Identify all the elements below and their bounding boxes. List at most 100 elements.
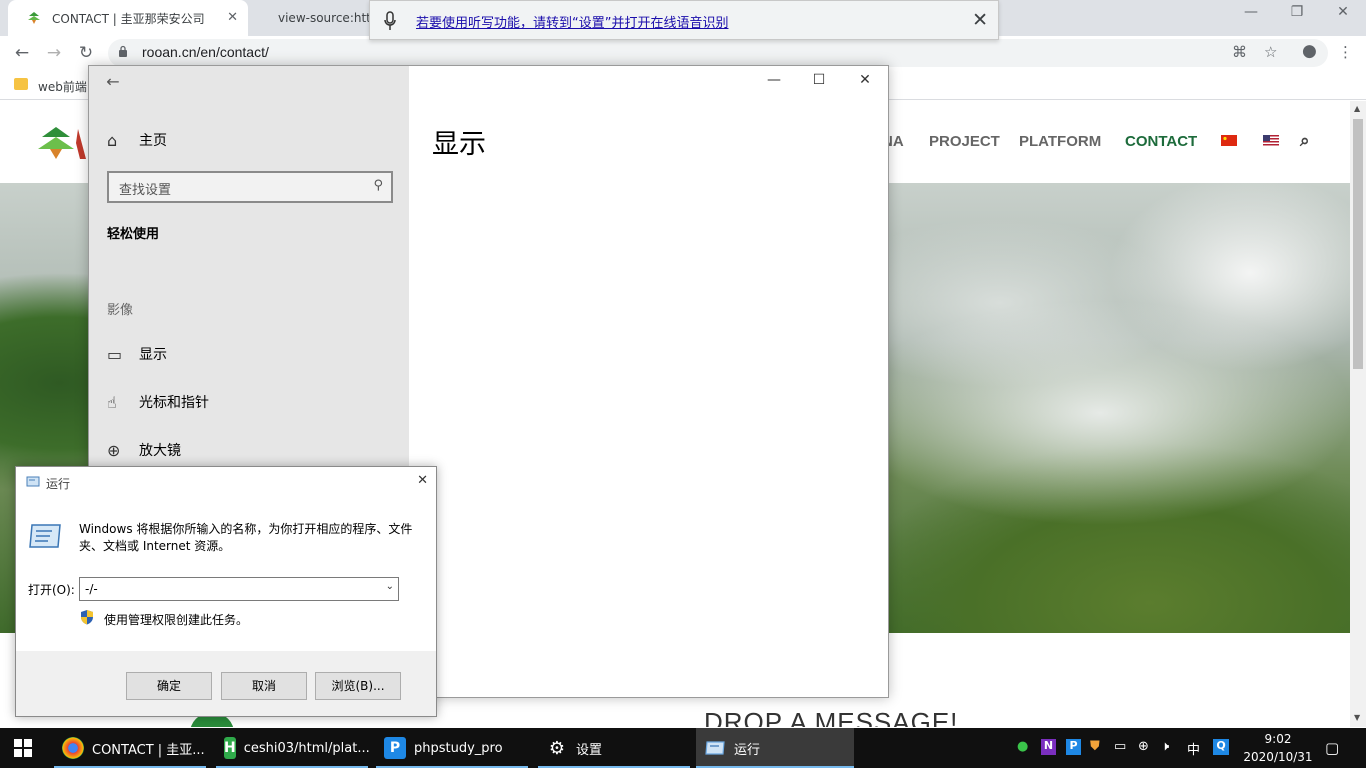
volume-muted-icon[interactable]: 🕨: [1161, 739, 1169, 754]
windows-start-icon[interactable]: [14, 739, 32, 757]
sidebar-item-label: 主页: [139, 133, 167, 149]
nav-contact[interactable]: CONTACT: [1125, 133, 1197, 150]
page-scrollbar[interactable]: ▲ ▼: [1350, 101, 1366, 727]
close-window-icon[interactable]: ✕: [1320, 4, 1366, 20]
maximize-icon[interactable]: ☐: [796, 72, 842, 88]
rooan-favicon-icon: [28, 12, 40, 24]
search-icon[interactable]: ⚲: [373, 178, 383, 193]
back-arrow-icon[interactable]: ←: [89, 66, 137, 98]
forward-arrow-icon[interactable]: →: [42, 41, 66, 65]
notification-icon[interactable]: ▢: [1325, 739, 1339, 757]
sidebar-item-cursor[interactable]: ☝ 光标和指针: [107, 390, 209, 414]
run-program-icon: [29, 524, 61, 548]
chevron-down-icon[interactable]: ⌄: [386, 581, 394, 592]
open-label: 打开(O):: [28, 583, 75, 597]
bookmark-star-icon[interactable]: ☆: [1264, 43, 1277, 61]
close-infobar-icon[interactable]: ✕: [972, 9, 988, 31]
lock-icon: [119, 45, 127, 57]
ok-button[interactable]: 确定: [126, 672, 212, 700]
sidebar-item-home[interactable]: ⌂ 主页: [107, 128, 167, 152]
taskbar-app-label: phpstudy_pro: [414, 740, 503, 756]
menu-dots-icon[interactable]: ⋮: [1338, 43, 1353, 61]
run-icon: [26, 476, 40, 487]
speech-infobar: 若要使用听写功能，请转到“设置”并打开在线语音识别 ✕: [369, 0, 999, 40]
onenote-icon[interactable]: N: [1041, 739, 1056, 755]
run-title: 运行: [46, 477, 71, 491]
run-dialog: 运行 ✕ Windows 将根据你所输入的名称，为你打开相应的程序、文件夹、文档…: [15, 466, 437, 717]
sidebar-item-label: 光标和指针: [139, 395, 209, 411]
profile-icon[interactable]: ●: [1302, 41, 1317, 61]
open-combobox[interactable]: -/- ⌄: [79, 577, 399, 601]
site-logo-icon[interactable]: [38, 123, 88, 165]
sidebar-item-magnifier[interactable]: ⊕ 放大镜: [107, 438, 181, 462]
windows-taskbar: CONTACT | 圭亚... H ceshi03/html/plat... P…: [0, 728, 1366, 768]
site-search-icon[interactable]: ⌕: [1300, 131, 1310, 151]
clock-date: 2020/10/31: [1243, 750, 1313, 764]
url-text: rooan.cn/en/contact/: [142, 44, 269, 60]
reload-icon[interactable]: ↻: [74, 41, 98, 65]
bookmark-web[interactable]: web前端: [38, 78, 87, 95]
nav-platform[interactable]: PLATFORM: [1019, 133, 1101, 150]
magnifier-icon: ⊕: [107, 440, 121, 460]
phpstudy-icon: P: [384, 737, 406, 759]
run-description: Windows 将根据你所输入的名称，为你打开相应的程序、文件夹、文档或 Int…: [79, 522, 413, 553]
microphone-icon: [384, 11, 396, 30]
ime-indicator[interactable]: 中: [1187, 739, 1200, 758]
taskbar-app-chrome[interactable]: CONTACT | 圭亚...: [54, 728, 206, 768]
speech-settings-link[interactable]: 若要使用听写功能，请转到“设置”并打开在线语音识别: [416, 12, 728, 31]
taskbar-app-run[interactable]: 运行: [696, 728, 854, 768]
clock-time: 9:02: [1264, 732, 1292, 746]
translate-icon[interactable]: ⌘: [1232, 43, 1247, 61]
page-title: 显示: [432, 129, 486, 160]
section-heading: 影像: [107, 303, 134, 318]
minimize-icon[interactable]: —: [751, 72, 797, 88]
tab-view-source[interactable]: view-source:htt: [250, 0, 370, 36]
network-globe-icon[interactable]: ⊕: [1138, 739, 1149, 754]
run-titlebar[interactable]: 运行 ✕: [16, 467, 436, 497]
search-placeholder: 查找设置: [119, 183, 172, 198]
battery-icon[interactable]: ▭: [1114, 739, 1126, 754]
restore-icon[interactable]: ❐: [1274, 4, 1320, 20]
taskbar-app-label: CONTACT | 圭亚...: [92, 742, 205, 758]
nav-project[interactable]: PROJECT: [929, 133, 1000, 150]
tab-title: CONTACT | 圭亚那荣安公司: [52, 11, 205, 26]
close-tab-icon[interactable]: ✕: [227, 10, 238, 25]
scroll-up-icon[interactable]: ▲: [1354, 104, 1360, 113]
home-icon: ⌂: [107, 130, 118, 150]
tab-contact[interactable]: CONTACT | 圭亚那荣安公司 ✕: [8, 0, 248, 36]
admin-note: 使用管理权限创建此任务。: [104, 613, 249, 627]
chrome-icon: [62, 737, 84, 759]
close-window-icon[interactable]: ✕: [842, 72, 888, 88]
close-dialog-icon[interactable]: ✕: [417, 473, 428, 488]
tab-title: view-source:htt: [278, 11, 370, 25]
wechat-icon[interactable]: ●: [1017, 739, 1028, 754]
system-clock[interactable]: 9:02 2020/10/31: [1238, 730, 1318, 766]
open-value: -/-: [85, 582, 98, 596]
qq-input-icon[interactable]: Q: [1213, 739, 1229, 755]
cursor-icon: ☝: [107, 392, 117, 412]
taskbar-app-hbuilder[interactable]: H ceshi03/html/plat...: [216, 728, 370, 768]
taskbar-app-settings[interactable]: ⚙ 设置: [538, 728, 690, 768]
gear-icon: ⚙: [548, 737, 566, 759]
taskbar-app-label: ceshi03/html/plat...: [243, 740, 370, 756]
sidebar-item-label: 显示: [139, 347, 167, 363]
taskbar-app-label: 运行: [734, 742, 761, 758]
settings-search-input[interactable]: 查找设置 ⚲: [107, 171, 393, 203]
drop-message-heading: DROP A MESSAGE!: [704, 707, 959, 727]
uac-shield-icon: [81, 610, 93, 625]
security-shield-icon[interactable]: ⛊: [1090, 739, 1100, 754]
minimize-icon[interactable]: —: [1228, 4, 1274, 20]
phpstudy-tray-icon[interactable]: P: [1066, 739, 1081, 755]
china-flag-icon[interactable]: [1221, 135, 1237, 146]
scroll-thumb[interactable]: [1353, 119, 1363, 369]
back-arrow-icon[interactable]: ←: [10, 41, 34, 65]
browse-button[interactable]: 浏览(B)...: [315, 672, 401, 700]
sidebar-item-display[interactable]: ▭ 显示: [107, 342, 167, 366]
taskbar-app-phpstudy[interactable]: P phpstudy_pro: [376, 728, 528, 768]
scroll-down-icon[interactable]: ▼: [1354, 713, 1360, 722]
folder-icon: [14, 78, 28, 90]
cancel-button[interactable]: 取消: [221, 672, 307, 700]
taskbar-app-label: 设置: [576, 742, 603, 758]
address-bar[interactable]: rooan.cn/en/contact/: [108, 39, 1328, 67]
us-flag-icon[interactable]: [1263, 135, 1279, 146]
